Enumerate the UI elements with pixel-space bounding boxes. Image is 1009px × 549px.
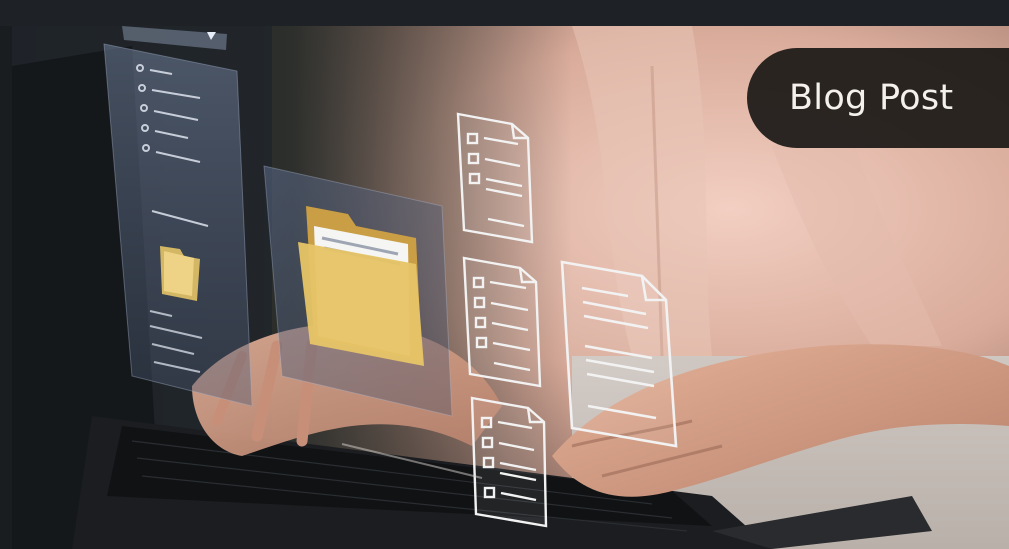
blog-post-badge: Blog Post	[747, 48, 1009, 148]
badge-label: Blog Post	[789, 78, 954, 118]
checklist-icon	[462, 256, 542, 388]
checklist-icon	[470, 396, 548, 528]
blog-post-banner: Blog Post	[0, 0, 1009, 549]
top-strip	[0, 0, 1009, 26]
hologram-folder-screen	[263, 165, 453, 417]
left-edge-strip	[0, 26, 12, 549]
checklist-icon	[456, 112, 534, 244]
